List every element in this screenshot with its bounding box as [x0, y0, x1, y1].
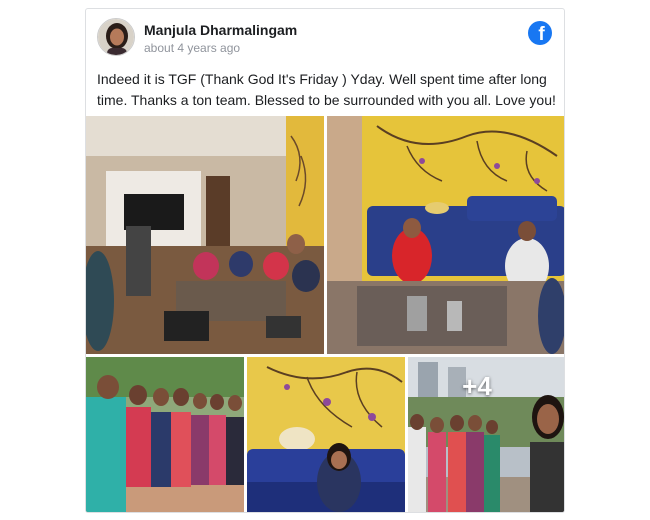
- more-photos-overlay[interactable]: +4: [408, 357, 564, 512]
- photo-5-more[interactable]: +4: [408, 357, 564, 512]
- facebook-icon[interactable]: f: [528, 21, 552, 45]
- author-name[interactable]: Manjula Dharmalingam: [144, 22, 297, 38]
- photo-4[interactable]: [247, 357, 405, 512]
- photo-2[interactable]: [327, 116, 564, 354]
- facebook-post-card: Manjula Dharmalingam about 4 years ago f…: [85, 8, 565, 513]
- post-header: Manjula Dharmalingam about 4 years ago f: [86, 9, 564, 67]
- post-text: Indeed it is TGF (Thank God It's Friday …: [97, 71, 556, 108]
- photo-3[interactable]: [86, 357, 244, 512]
- author-avatar[interactable]: [97, 18, 135, 56]
- post-timestamp[interactable]: about 4 years ago: [144, 41, 240, 55]
- more-photos-count: +4: [462, 371, 492, 401]
- photo-1[interactable]: [86, 116, 324, 354]
